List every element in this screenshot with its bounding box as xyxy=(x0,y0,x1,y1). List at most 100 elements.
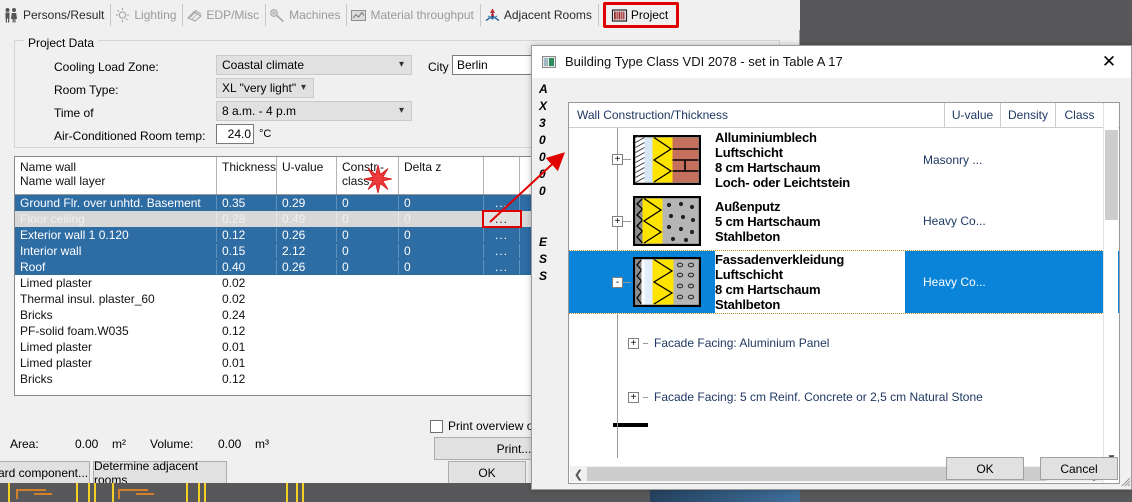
tree-rows: + Alluminiumblech Luftschicht 8 cm Hartsc… xyxy=(569,127,1119,427)
tree-item-label: Fassadenverkleidung Luftschicht 8 cm Har… xyxy=(715,250,905,314)
city-label: City xyxy=(428,60,449,74)
vertical-scroll-thumb[interactable] xyxy=(1105,130,1118,220)
tab-project[interactable]: Project xyxy=(602,2,680,28)
expand-icon[interactable]: + xyxy=(612,154,623,165)
tab-persons-result[interactable]: Persons/Result xyxy=(0,4,112,26)
area-unit: m² xyxy=(112,437,126,451)
tree-header-main[interactable]: Wall Construction/Thickness xyxy=(569,108,944,122)
th-delta-z[interactable]: Delta z xyxy=(399,157,484,194)
room-type-select[interactable]: XL "very light" ▾ xyxy=(216,78,314,98)
cell-thickness: 0.01 xyxy=(222,340,246,354)
dialog-footer: OK Cancel xyxy=(532,445,1132,489)
side-char: X xyxy=(539,99,548,113)
tab-label: Machines xyxy=(289,8,341,22)
standard-component-button[interactable]: ard component... xyxy=(0,461,90,484)
tab-label: Lighting xyxy=(134,8,177,22)
chevron-down-icon: ▾ xyxy=(300,82,306,93)
th-thickness[interactable]: Thickness xyxy=(217,157,277,194)
side-char: 0 xyxy=(539,167,546,181)
cell-delta-z: 0 xyxy=(399,212,484,226)
cell-more[interactable]: ... xyxy=(484,196,520,210)
tree-body: + Alluminiumblech Luftschicht 8 cm Hartsc… xyxy=(569,127,1119,458)
app-window-icon xyxy=(542,55,556,68)
th-uvalue[interactable]: U-value xyxy=(277,157,337,194)
volume-unit: m³ xyxy=(255,437,269,451)
close-icon[interactable]: ✕ xyxy=(1087,46,1131,78)
print-overview-checkbox-row[interactable]: Print overview on xyxy=(430,419,540,433)
project-icon xyxy=(611,8,628,22)
cell-name: Limed plaster xyxy=(20,276,93,290)
time-of-select[interactable]: 8 a.m. - 4 p.m ▾ xyxy=(216,101,412,121)
tab-label: Persons/Result xyxy=(23,8,105,22)
cell-more[interactable]: ... xyxy=(484,228,520,242)
machines-icon xyxy=(270,8,285,22)
cell-delta-z: 0 xyxy=(399,228,484,242)
tree-child-item[interactable]: + Facade Facing: Aluminium Panel xyxy=(569,335,1119,351)
cell-uvalue: 0.26 xyxy=(277,228,337,242)
tab-label: Project xyxy=(630,8,669,22)
cell-thickness: 0.01 xyxy=(222,356,246,370)
side-char: E xyxy=(539,235,548,249)
cell-more[interactable]: ... xyxy=(484,244,520,258)
cell-thickness: 0.40 xyxy=(217,260,277,274)
th-name-wall[interactable]: Name wall Name wall layer xyxy=(15,157,217,194)
th-more[interactable] xyxy=(484,157,520,194)
cell-delta-z: 0 xyxy=(399,260,484,274)
collapse-icon[interactable]: - xyxy=(612,276,623,288)
wall-construction-tree[interactable]: Wall Construction/Thickness U-value Dens… xyxy=(568,102,1120,484)
cell-more[interactable]: ... xyxy=(484,260,520,274)
tab-lighting[interactable]: Lighting xyxy=(111,4,184,26)
cell-more[interactable]: ... xyxy=(482,210,522,228)
tree-item[interactable]: - Fassadenverkleidung Luftschicht 8 cm Ha… xyxy=(569,250,1119,314)
dialog-titlebar[interactable]: Building Type Class VDI 2078 - set in Ta… xyxy=(532,46,1131,78)
tree-connector xyxy=(623,159,631,160)
tab-machines[interactable]: Machines xyxy=(266,4,348,26)
cell-name: Limed plaster xyxy=(20,340,93,354)
cell-name: Roof xyxy=(15,260,217,274)
print-overview-label: Print overview on xyxy=(448,419,541,433)
tree-child-item[interactable]: + Facade Facing: 5 cm Reinf. Concrete or … xyxy=(569,389,1119,405)
tree-item[interactable]: + Außenputz 5 cm Hartschaum Stahlbeton Hea… xyxy=(569,191,1119,251)
room-type-value: XL "very light" xyxy=(222,81,297,95)
ok-button[interactable]: OK xyxy=(448,461,526,484)
volume-value: 0.00 xyxy=(218,437,242,451)
tree-item[interactable]: + Alluminiumblech Luftschicht 8 cm Hartsc… xyxy=(569,127,1119,192)
cooling-load-zone-select[interactable]: Coastal climate ▾ xyxy=(216,55,412,75)
room-temp-value: 24.0 xyxy=(227,127,251,141)
expand-icon[interactable]: + xyxy=(612,215,623,227)
tab-material-throughput[interactable]: Material throughput xyxy=(347,4,481,26)
tree-header-class[interactable]: Class xyxy=(1055,103,1103,128)
cell-name: Floor ceiling xyxy=(15,212,217,226)
tab-edp-misc[interactable]: EDP/Misc xyxy=(183,4,267,26)
side-char: S xyxy=(539,269,548,283)
cell-thickness: 0.12 xyxy=(222,324,246,338)
tree-header-uvalue[interactable]: U-value xyxy=(944,103,1000,128)
tab-adjacent-rooms[interactable]: Adjacent Rooms xyxy=(481,4,599,26)
dialog-ok-button[interactable]: OK xyxy=(946,457,1024,480)
cell-thickness: 0.02 xyxy=(222,292,246,306)
cell-constr-class: 0 xyxy=(337,196,399,210)
expand-icon[interactable]: + xyxy=(628,337,639,349)
cell-name: Bricks xyxy=(20,372,53,386)
tree-item-label: Alluminiumblech Luftschicht 8 cm Hartsch… xyxy=(715,127,905,192)
side-char: 0 xyxy=(539,133,546,147)
chevron-down-icon: ▾ xyxy=(398,105,404,116)
resize-grip-icon[interactable] xyxy=(1119,475,1131,487)
room-temp-input[interactable]: 24.0 xyxy=(216,124,254,144)
tree-item-label: Außenputz 5 cm Hartschaum Stahlbeton xyxy=(715,196,905,246)
determine-adjacent-rooms-button[interactable]: Determine adjacent rooms xyxy=(93,459,227,487)
print-overview-checkbox[interactable] xyxy=(430,419,443,433)
dialog-cancel-button[interactable]: Cancel xyxy=(1040,457,1118,480)
expand-icon[interactable]: + xyxy=(628,391,639,403)
project-data-legend: Project Data xyxy=(24,36,99,50)
cell-delta-z: 0 xyxy=(399,244,484,258)
cell-name: Interior wall xyxy=(15,244,217,258)
tree-vertical-scrollbar[interactable]: ▼ xyxy=(1103,104,1118,483)
cell-name: Bricks xyxy=(20,308,53,322)
cell-constr-class: 0 xyxy=(337,260,399,274)
room-temp-unit: °C xyxy=(259,128,272,140)
tree-header-density[interactable]: Density xyxy=(1000,103,1055,128)
